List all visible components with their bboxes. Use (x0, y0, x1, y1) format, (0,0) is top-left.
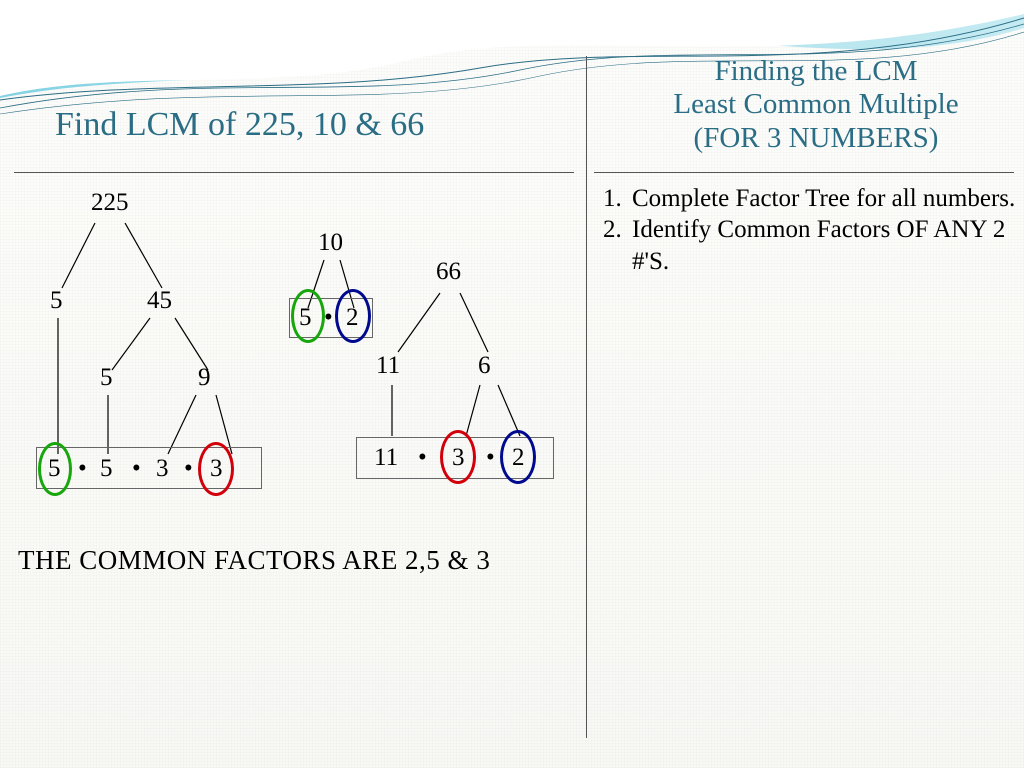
tree225-l2a: 5 (100, 364, 113, 392)
left-divider (14, 172, 574, 173)
ring-green-5-right (291, 289, 325, 343)
step-2: Identify Common Factors OF ANY 2 #'S. (628, 214, 1024, 277)
right-title-line2: Least Common Multiple (673, 88, 958, 120)
tree225-l2b: 9 (198, 364, 211, 392)
tree66-l1b: 6 (478, 352, 491, 380)
steps-list: Complete Factor Tree for all numbers. Id… (594, 183, 1024, 277)
ring-blue-2-left (335, 289, 371, 343)
center-divider (586, 56, 587, 738)
right-title: Finding the LCM Least Common Multiple (F… (626, 55, 1006, 155)
dot: • (418, 444, 427, 472)
dot: • (78, 455, 87, 483)
tree66-fa: 11 (374, 444, 398, 472)
tree225-fb: 5 (100, 455, 113, 483)
ring-red-3-left (198, 442, 234, 496)
tree66-l1a: 11 (376, 352, 400, 380)
dot: • (486, 444, 495, 472)
common-factors-text: THE COMMON FACTORS ARE 2,5 & 3 (18, 545, 490, 576)
right-divider (594, 172, 1014, 173)
tree66-root: 66 (436, 258, 461, 286)
step-1: Complete Factor Tree for all numbers. (628, 183, 1024, 214)
tree225-l1b: 45 (147, 287, 172, 315)
tree225-fc: 3 (156, 455, 169, 483)
dot: • (324, 304, 333, 332)
dot: • (132, 455, 141, 483)
tree225-root: 225 (91, 189, 129, 217)
right-title-line1: Finding the LCM (714, 55, 917, 87)
dot: • (184, 455, 193, 483)
right-title-line3: (FOR 3 NUMBERS) (694, 122, 939, 154)
ring-red-3-right (440, 430, 476, 484)
main-title: Find LCM of 225, 10 & 66 (55, 106, 424, 144)
ring-green-5-left (38, 442, 72, 496)
tree10-root: 10 (318, 229, 343, 257)
ring-blue-2-right (500, 430, 536, 484)
tree225-l1a: 5 (50, 287, 63, 315)
